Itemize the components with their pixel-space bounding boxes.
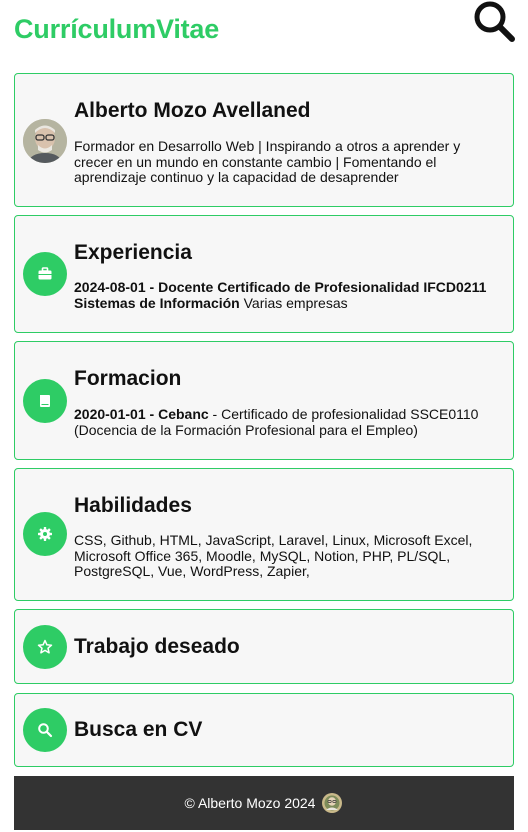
search-icon [38, 723, 53, 738]
education-badge [23, 379, 67, 423]
search-cv-title: Busca en CV [74, 718, 203, 741]
star-icon [37, 639, 53, 654]
search-cv-card[interactable]: Busca en CV [14, 693, 514, 767]
profile-name: Alberto Mozo Avellaned [74, 99, 311, 122]
desired-job-card[interactable]: Trabajo deseado [14, 609, 514, 684]
site-title[interactable]: CurrículumVitae [14, 14, 219, 45]
avatar [23, 119, 67, 163]
education-card[interactable]: Formacion 2020-01-01 - Cebanc - Certific… [14, 341, 514, 460]
profile-card: Alberto Mozo Avellaned Formador en Desar… [14, 73, 514, 207]
experience-date: 2024-08-01 [74, 279, 146, 295]
experience-badge [23, 252, 67, 296]
search-cv-badge [23, 708, 67, 752]
desired-job-badge [23, 625, 67, 669]
experience-company: Varias empresas [243, 294, 348, 311]
education-school: Cebanc [158, 406, 209, 422]
education-date: 2020-01-01 [74, 406, 146, 422]
profile-photo [23, 119, 67, 163]
skills-card[interactable]: Habilidades CSS, Github, HTML, JavaScrip… [14, 468, 514, 601]
skills-title: Habilidades [74, 494, 192, 517]
footer-copyright: © Alberto Mozo 2024 [184, 795, 316, 811]
skills-badge [23, 512, 67, 556]
experience-title: Experiencia [74, 241, 192, 264]
experience-card[interactable]: Experiencia 2024-08-01 - Docente Certifi… [14, 215, 514, 333]
gear-icon [38, 527, 52, 541]
desired-job-title: Trabajo deseado [74, 635, 240, 658]
education-title: Formacion [74, 367, 182, 390]
header-search-button[interactable] [470, 0, 518, 44]
education-entry: 2020-01-01 - Cebanc - Certificado de pro… [74, 406, 479, 438]
skills-list: CSS, Github, HTML, JavaScript, Laravel, … [74, 532, 473, 579]
briefcase-icon [38, 267, 52, 280]
profile-bio: Formador en Desarrollo Web | Inspirando … [74, 138, 461, 185]
search-icon [474, 1, 515, 42]
experience-entry: 2024-08-01 - Docente Certificado de Prof… [74, 279, 487, 311]
page-footer: © Alberto Mozo 2024 [14, 776, 514, 830]
page-header: CurrículumVitae [0, 0, 528, 66]
avatar-emblem-icon [322, 793, 343, 813]
book-icon [40, 395, 50, 407]
